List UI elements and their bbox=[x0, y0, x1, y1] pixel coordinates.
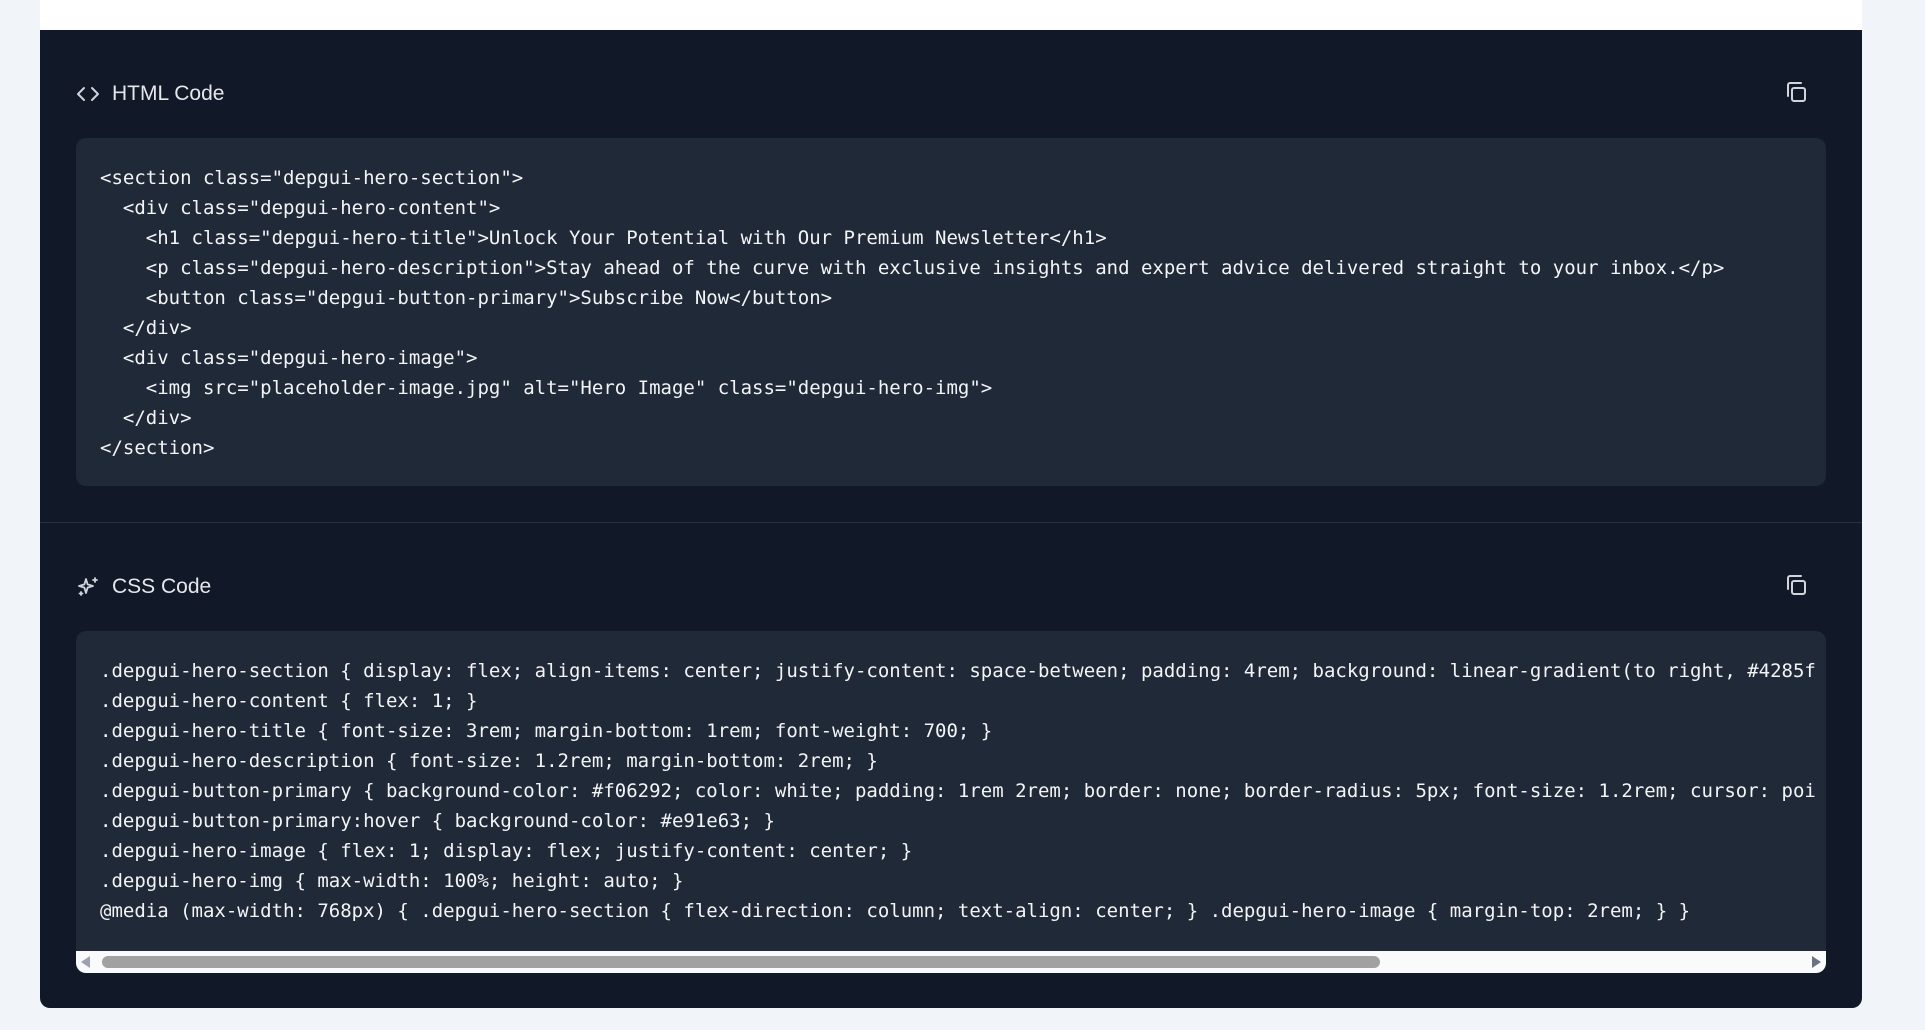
copy-icon bbox=[1784, 573, 1808, 602]
css-code-header: CSS Code bbox=[76, 567, 211, 607]
copy-html-button[interactable] bbox=[1780, 78, 1812, 110]
top-white-strip bbox=[40, 0, 1862, 30]
html-code-block[interactable]: <section class="depgui-hero-section"> <d… bbox=[76, 138, 1826, 486]
html-code-header: HTML Code bbox=[76, 74, 224, 114]
html-code-text: <section class="depgui-hero-section"> <d… bbox=[100, 167, 1725, 459]
copy-css-button[interactable] bbox=[1780, 571, 1812, 603]
section-divider bbox=[40, 522, 1862, 523]
horizontal-scrollbar[interactable] bbox=[76, 951, 1826, 973]
code-output-panel: HTML Code <section class="depgui-hero-se… bbox=[40, 30, 1862, 1008]
scroll-left-arrow-icon[interactable] bbox=[81, 956, 90, 968]
css-code-block[interactable]: .depgui-hero-section { display: flex; al… bbox=[76, 631, 1826, 973]
scroll-right-arrow-icon[interactable] bbox=[1812, 956, 1821, 968]
css-code-title: CSS Code bbox=[112, 575, 212, 598]
scrollbar-thumb[interactable] bbox=[102, 956, 1380, 968]
html-code-title: HTML Code bbox=[112, 82, 225, 105]
code-icon bbox=[76, 82, 100, 106]
sparkles-icon bbox=[76, 575, 100, 599]
css-code-text: .depgui-hero-section { display: flex; al… bbox=[100, 660, 1816, 922]
copy-icon bbox=[1784, 80, 1808, 109]
